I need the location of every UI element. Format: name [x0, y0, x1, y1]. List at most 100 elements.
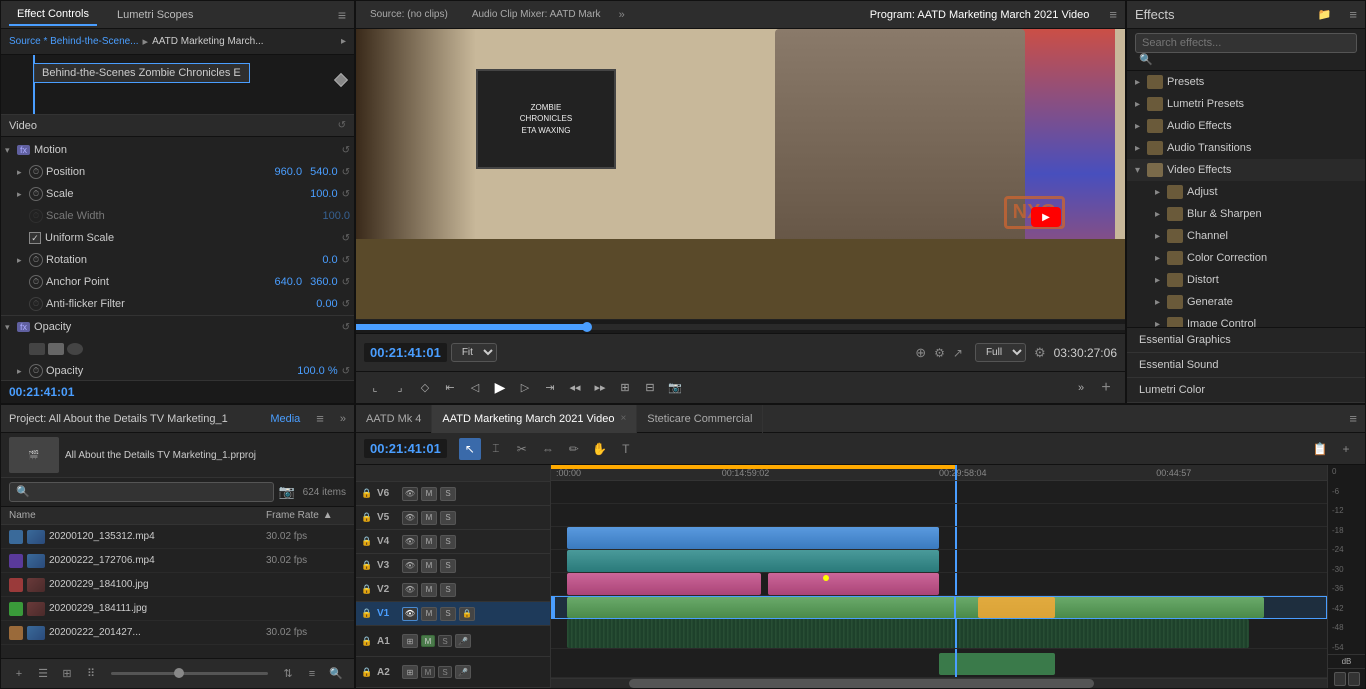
rot-stopwatch[interactable]: ⏱ — [29, 253, 43, 267]
scrollbar-thumb[interactable] — [629, 679, 1095, 688]
expand-icon[interactable]: ▸ — [341, 36, 346, 47]
add-marker-btn[interactable]: ◇ — [414, 377, 436, 399]
eye-v4[interactable]: 👁 — [402, 535, 418, 549]
lock-v1[interactable]: 🔒 — [360, 607, 374, 621]
audio-waveform-a1[interactable] — [567, 619, 1250, 647]
scale-toggle[interactable]: ▸ — [17, 189, 29, 200]
go-prev-edit-btn[interactable]: ◂◂ — [564, 377, 586, 399]
lock-v3[interactable]: 🔒 — [360, 559, 374, 573]
mic-a2[interactable]: 🎤 — [455, 665, 471, 679]
list-view-btn[interactable]: ☰ — [33, 664, 53, 684]
track-row-a1[interactable] — [551, 619, 1327, 648]
monitor-quality-select[interactable]: Full — [975, 343, 1026, 362]
expand-a1[interactable]: ⊞ — [402, 634, 418, 648]
effects-search-input[interactable] — [1135, 33, 1357, 53]
overwrite-btn[interactable]: ⊟ — [639, 377, 661, 399]
tab-aatd-marketing-close[interactable]: × — [620, 413, 626, 424]
rot-reset[interactable]: ↺ — [342, 255, 350, 266]
pos-toggle[interactable]: ▸ — [17, 167, 29, 178]
m-btn-a2[interactable]: M — [421, 666, 435, 678]
timeline-timecode[interactable]: 00:21:41:01 — [364, 439, 447, 458]
motion-header-row[interactable]: ▾ fx Motion ↺ — [1, 139, 354, 161]
monitor-progress-strip[interactable] — [356, 319, 1125, 333]
monitor-filter-icon[interactable]: ⊕ — [915, 345, 926, 361]
timeline-playhead[interactable] — [955, 465, 957, 480]
opv-stopwatch[interactable]: ⏱ — [29, 364, 43, 378]
tab-expand[interactable]: » — [619, 9, 625, 21]
monitor-timecode[interactable]: 00:21:41:01 — [364, 343, 447, 362]
tree-item-channel[interactable]: ▸ Channel — [1127, 225, 1365, 247]
opacity-reset[interactable]: ↺ — [342, 322, 350, 333]
clip-v3[interactable] — [567, 550, 939, 572]
zoom-handle[interactable] — [174, 668, 184, 678]
tree-item-color-correction[interactable]: ▸ Color Correction — [1127, 247, 1365, 269]
clip-v1-main[interactable] — [567, 597, 1264, 618]
monitor-share-icon[interactable]: ↗ — [953, 346, 963, 360]
video-reset-icon[interactable]: ↺ — [338, 120, 346, 131]
insert-btn[interactable]: ⊞ — [614, 377, 636, 399]
sync-v5[interactable]: S — [440, 511, 456, 525]
tab-steticare[interactable]: Steticare Commercial — [637, 405, 763, 433]
mute-v1[interactable]: M — [421, 607, 437, 621]
track-row-v6[interactable] — [551, 481, 1327, 504]
rot-toggle[interactable]: ▸ — [17, 255, 29, 266]
tree-item-presets[interactable]: ▸ Presets — [1127, 71, 1365, 93]
monitor-fit-select[interactable]: Fit — [451, 343, 497, 362]
project-menu-icon[interactable]: ≡ — [316, 411, 324, 426]
go-next-edit-btn[interactable]: ▸▸ — [589, 377, 611, 399]
scale-reset[interactable]: ↺ — [342, 189, 350, 200]
motion-toggle[interactable]: ▾ — [5, 145, 17, 156]
tab-lumetri-scopes[interactable]: Lumetri Scopes — [109, 5, 201, 25]
motion-reset[interactable]: ↺ — [342, 145, 350, 156]
project-item-0[interactable]: 20200120_135312.mp4 30.02 fps — [1, 525, 354, 549]
type-tool-btn[interactable]: T — [615, 438, 637, 460]
eye-v6[interactable]: 👁 — [402, 487, 418, 501]
go-out-btn[interactable]: ⇥ — [539, 377, 561, 399]
tree-item-distort[interactable]: ▸ Distort — [1127, 269, 1365, 291]
project-search-input[interactable] — [9, 482, 274, 502]
sort-btn[interactable]: ⇅ — [278, 664, 298, 684]
freeform-view-btn[interactable]: ⠿ — [81, 664, 101, 684]
eye-v2[interactable]: 👁 — [402, 583, 418, 597]
opacity-icon2[interactable] — [48, 343, 64, 355]
mark-in-btn[interactable]: ⌞ — [364, 377, 386, 399]
mute-v2[interactable]: M — [421, 583, 437, 597]
timeline-ruler[interactable]: :00:00 00:14:59:02 00:29:58:04 00:44:57 — [551, 465, 1327, 481]
uniform-scale-checkbox[interactable]: ✓ — [29, 232, 41, 244]
position-stopwatch[interactable]: ⏱ — [29, 165, 43, 179]
tree-item-lumetri-presets[interactable]: ▸ Lumetri Presets — [1127, 93, 1365, 115]
clip-v1-orange[interactable] — [978, 597, 1055, 618]
uniform-scale-row[interactable]: ✓ Uniform Scale ↺ — [1, 227, 354, 249]
opacity-header-row[interactable]: ▾ fx Opacity ↺ — [1, 316, 354, 338]
effects-menu-icon[interactable]: ≡ — [1349, 7, 1357, 22]
mic-a1[interactable]: 🎤 — [455, 634, 471, 648]
more-btn[interactable]: » — [1070, 377, 1092, 399]
position-x[interactable]: 960.0 — [275, 166, 303, 178]
sync-v1[interactable]: S — [440, 607, 456, 621]
tree-item-video-effects[interactable]: ▾ Video Effects — [1127, 159, 1365, 181]
track-row-v2[interactable] — [551, 573, 1327, 596]
m-btn-a1[interactable]: M — [421, 635, 435, 647]
meter-btn-1[interactable] — [1334, 672, 1346, 686]
mute-v3[interactable]: M — [421, 559, 437, 573]
project-item-2[interactable]: 20200229_184100.jpg — [1, 573, 354, 597]
essential-graphics-btn[interactable]: Essential Graphics — [1127, 328, 1365, 353]
position-reset[interactable]: ↺ — [342, 167, 350, 178]
mark-out-btn[interactable]: ⌟ — [389, 377, 411, 399]
ripple-tool-btn[interactable]: ⌶ — [485, 438, 507, 460]
lock-v2[interactable]: 🔒 — [360, 583, 374, 597]
opacity-icon3[interactable] — [67, 343, 83, 355]
essential-sound-btn[interactable]: Essential Sound — [1127, 353, 1365, 378]
af-stopwatch[interactable]: ⏱ — [29, 297, 43, 311]
go-in-btn[interactable]: ⇤ — [439, 377, 461, 399]
tab-aatd-marketing[interactable]: AATD Marketing March 2021 Video × — [432, 405, 637, 433]
opacity-value[interactable]: 100.0 % — [297, 365, 337, 377]
zoom-slider[interactable] — [111, 672, 268, 675]
lock-a1[interactable]: 🔒 — [360, 634, 374, 648]
monitor-strip-head[interactable] — [582, 322, 592, 332]
program-menu[interactable]: ≡ — [1109, 7, 1117, 22]
lock-v4[interactable]: 🔒 — [360, 535, 374, 549]
tree-item-audio-transitions[interactable]: ▸ Audio Transitions — [1127, 137, 1365, 159]
scale-stopwatch[interactable]: ⏱ — [29, 187, 43, 201]
lock-a2[interactable]: 🔒 — [360, 665, 374, 679]
